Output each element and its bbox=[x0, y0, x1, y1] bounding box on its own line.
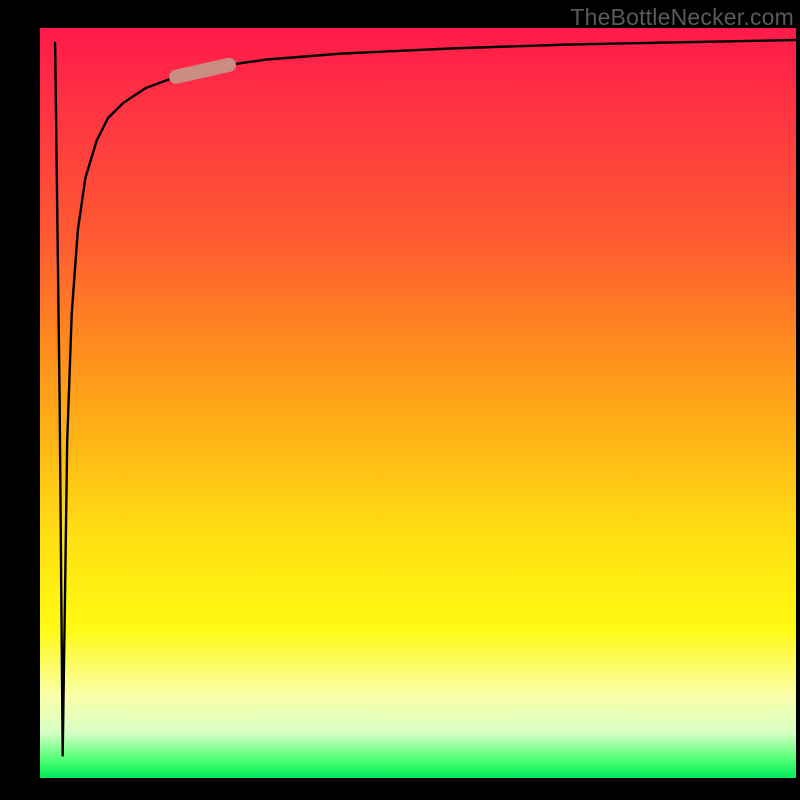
watermark-text: TheBottleNecker.com bbox=[570, 4, 794, 31]
bottleneck-curve bbox=[55, 40, 796, 756]
curve-marker bbox=[176, 65, 229, 77]
chart-plot-area bbox=[40, 28, 796, 778]
chart-svg bbox=[40, 28, 796, 778]
chart-frame: TheBottleNecker.com bbox=[0, 0, 800, 800]
